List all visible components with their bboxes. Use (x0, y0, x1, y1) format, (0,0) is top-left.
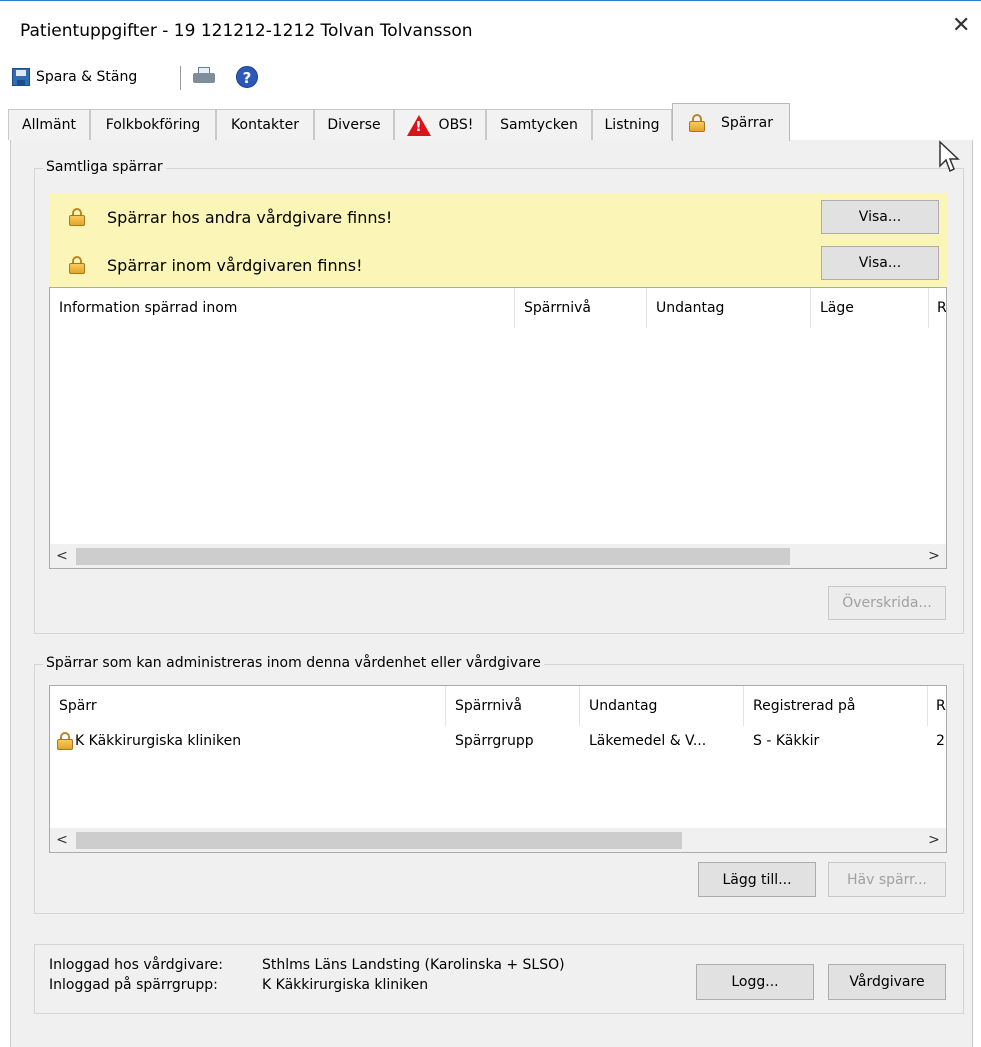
column-header[interactable]: Information spärrad inom (50, 288, 515, 328)
column-header[interactable]: R (928, 686, 946, 726)
tab-label: Folkbokföring (105, 117, 201, 133)
tab-strip: Allmänt Folkbokföring Kontakter Diverse … (0, 103, 981, 141)
banner-row-within-provider: Spärrar inom vårdgivaren finns! Visa... (49, 243, 947, 289)
tab-label: Diverse (327, 117, 381, 133)
tab-obs[interactable]: OBS! (394, 109, 486, 140)
column-header[interactable]: Spärr (50, 686, 446, 726)
warning-icon (406, 114, 431, 136)
all-blocks-list[interactable]: Information spärrad inom Spärrnivå Undan… (49, 287, 947, 569)
cell-block-text: K Käkkirurgiska kliniken (75, 733, 242, 749)
scroll-left-icon[interactable]: < (50, 544, 74, 568)
printer-icon[interactable] (193, 67, 215, 85)
block-group-value: K Käkkirurgiska kliniken (262, 977, 429, 993)
tab-label: Listning (604, 117, 660, 133)
column-header[interactable]: Undantag (647, 288, 811, 328)
login-status-group: Inloggad hos vårdgivare: Sthlms Läns Lan… (34, 944, 964, 1014)
list-header: Information spärrad inom Spärrnivå Undan… (50, 288, 946, 328)
admin-blocks-list[interactable]: Spärr Spärrnivå Undantag Registrerad på … (49, 685, 947, 853)
title-bar: Patientuppgifter - 19 121212-1212 Tolvan… (0, 1, 981, 59)
column-header[interactable]: Spärrnivå (515, 288, 647, 328)
scrollbar-thumb[interactable] (76, 548, 790, 565)
show-within-provider-button[interactable]: Visa... (821, 246, 939, 280)
horizontal-scrollbar[interactable]: < > (50, 828, 946, 852)
admin-blocks-legend: Spärrar som kan administreras inom denna… (43, 655, 544, 671)
tab-sparrar[interactable]: Spärrar (672, 103, 790, 141)
tab-content-panel: Samtliga spärrar Spärrar hos andra vårdg… (10, 140, 973, 1047)
log-button[interactable]: Logg... (696, 964, 814, 1000)
provider-value: Sthlms Läns Landsting (Karolinska + SLSO… (262, 957, 565, 973)
save-close-label: Spara & Stäng (36, 69, 138, 85)
scrollbar-thumb[interactable] (76, 832, 682, 849)
banner-row-other-providers: Spärrar hos andra vårdgivare finns! Visa… (49, 195, 947, 241)
lock-icon (689, 113, 706, 132)
tab-label: OBS! (438, 117, 474, 133)
remove-block-button[interactable]: Häv spärr... (828, 862, 946, 897)
tab-allmant[interactable]: Allmänt (8, 109, 90, 140)
scroll-left-icon[interactable]: < (50, 828, 74, 852)
help-icon[interactable]: ? (236, 66, 258, 88)
column-header[interactable]: Undantag (580, 686, 744, 726)
save-icon (12, 68, 30, 86)
all-blocks-group: Samtliga spärrar Spärrar hos andra vårdg… (34, 159, 964, 634)
cell-r: 2( (936, 733, 946, 749)
banner-text: Spärrar hos andra vårdgivare finns! (107, 208, 393, 227)
save-close-button[interactable]: Spara & Stäng (12, 63, 137, 91)
tab-kontakter[interactable]: Kontakter (216, 109, 314, 140)
cell-registered: S - Käkkir (753, 733, 820, 749)
tab-diverse[interactable]: Diverse (314, 109, 394, 140)
toolbar-separator (180, 66, 181, 90)
tab-label: Spärrar (721, 114, 773, 131)
column-header[interactable]: Spärrnivå (446, 686, 580, 726)
admin-blocks-group: Spärrar som kan administreras inom denna… (34, 655, 964, 914)
lock-icon (57, 732, 73, 750)
show-other-providers-button[interactable]: Visa... (821, 200, 939, 234)
tab-samtycken[interactable]: Samtycken (486, 109, 592, 140)
horizontal-scrollbar[interactable]: < > (50, 544, 946, 568)
provider-button[interactable]: Vårdgivare (828, 964, 946, 1000)
tab-label: Samtycken (500, 117, 578, 133)
list-header: Spärr Spärrnivå Undantag Registrerad på … (50, 686, 946, 726)
tab-label: Kontakter (231, 117, 299, 133)
override-button[interactable]: Överskrida... (828, 586, 946, 620)
block-group-label: Inloggad på spärrgrupp: (49, 977, 218, 993)
tab-label: Allmänt (22, 117, 76, 133)
tab-listning[interactable]: Listning (592, 109, 672, 140)
toolbar: Spara & Stäng ? (0, 59, 981, 99)
tab-folkbokforing[interactable]: Folkbokföring (90, 109, 216, 140)
window-title: Patientuppgifter - 19 121212-1212 Tolvan… (20, 21, 473, 41)
column-header[interactable]: Läge (811, 288, 929, 328)
banner-text: Spärrar inom vårdgivaren finns! (107, 256, 363, 275)
cell-level: Spärrgrupp (455, 733, 534, 749)
cell-exception: Läkemedel & V... (589, 733, 707, 749)
lock-icon (69, 208, 85, 226)
all-blocks-legend: Samtliga spärrar (43, 159, 166, 175)
column-header[interactable]: Registrerad på (744, 686, 928, 726)
blocks-banner: Spärrar hos andra vårdgivare finns! Visa… (49, 193, 947, 289)
add-block-button[interactable]: Lägg till... (698, 862, 816, 897)
scroll-right-icon[interactable]: > (922, 544, 946, 568)
table-row[interactable]: K Käkkirurgiska kliniken Spärrgrupp Läke… (50, 728, 946, 754)
lock-icon (69, 256, 85, 274)
provider-label: Inloggad hos vårdgivare: (49, 957, 224, 973)
column-header[interactable]: R (929, 288, 946, 328)
scroll-right-icon[interactable]: > (922, 828, 946, 852)
cell-block: K Käkkirurgiska kliniken (57, 728, 437, 754)
close-icon[interactable]: ✕ (952, 15, 970, 37)
mouse-cursor-icon (939, 140, 960, 173)
